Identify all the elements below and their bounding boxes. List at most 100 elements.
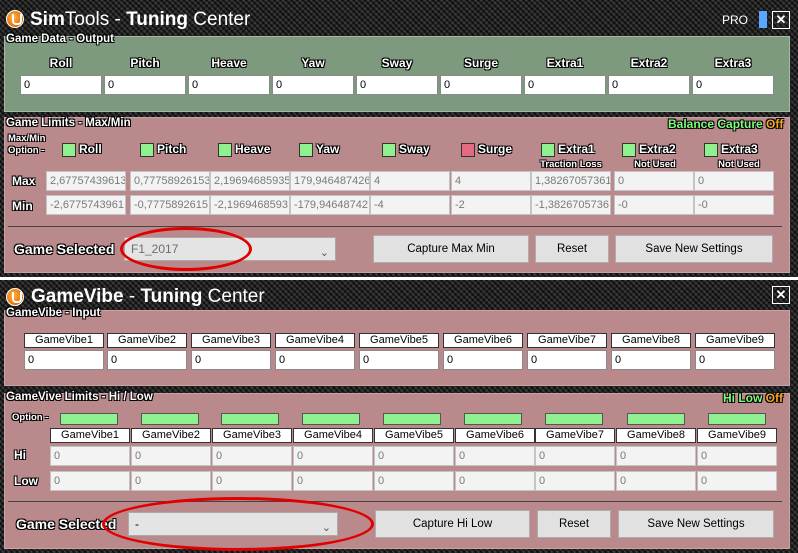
max-value-field[interactable]: 2,67757439613 [46,171,126,191]
save-new-settings-button[interactable]: Save New Settings [615,235,773,263]
hi-value-field[interactable]: 0 [535,446,615,466]
low-value-field[interactable]: 0 [293,471,373,491]
hi-value-field[interactable]: 0 [616,446,696,466]
option-swatch[interactable] [60,413,118,425]
input-value-field[interactable]: 0 [359,350,439,370]
hi-value-field[interactable]: 0 [131,446,211,466]
output-value-field[interactable]: 0 [104,75,186,95]
divider [8,501,782,502]
low-value-field[interactable]: 0 [50,471,130,491]
reset-button[interactable]: Reset [535,235,609,263]
channel-header: GameVibe9 [695,333,775,348]
balance-capture-toggle[interactable]: Balance Capture Off [668,117,783,131]
max-value-field[interactable]: 4 [451,171,531,191]
low-value-field[interactable]: 0 [455,471,535,491]
input-value-field[interactable]: 0 [191,350,271,370]
min-value-field[interactable]: -4 [370,195,450,215]
hi-value-field[interactable]: 0 [697,446,777,466]
channel-header: GameVibe1 [24,333,104,348]
max-value-field[interactable]: 1,38267057361 [531,171,611,191]
simtools-title: SimTools - Tuning Center [30,9,251,30]
option-label: Pitch [157,142,187,156]
option-checkbox[interactable] [622,143,636,157]
gamevibe-input-label: GameVibe - Input [6,307,101,319]
max-value-field[interactable]: 0 [614,171,694,191]
output-value-field[interactable]: 0 [524,75,606,95]
hi-value-field[interactable]: 0 [50,446,130,466]
option-swatch[interactable] [708,413,766,425]
output-value-field[interactable]: 0 [440,75,522,95]
output-value-field[interactable]: 0 [608,75,690,95]
min-value-field[interactable]: -2,1969468593 [210,195,290,215]
option-swatch[interactable] [464,413,522,425]
input-value-field[interactable]: 0 [275,350,355,370]
channel-header: GameVibe2 [131,428,211,443]
max-value-field[interactable]: 0,77758926153 [130,171,210,191]
input-value-field[interactable]: 0 [611,350,691,370]
max-value-field[interactable]: 2,19694685935 [210,171,290,191]
input-value-field[interactable]: 0 [527,350,607,370]
channel-header: GameVibe3 [191,333,271,348]
option-label: Heave [235,142,271,156]
close-icon[interactable]: ✕ [772,286,790,304]
option-swatch[interactable] [221,413,279,425]
min-value-field[interactable]: -0 [694,195,774,215]
option-checkbox[interactable] [461,143,475,157]
option-checkbox[interactable] [704,143,718,157]
option-checkbox[interactable] [62,143,76,157]
axis-label: Extra3 [714,56,752,70]
input-value-field[interactable]: 0 [695,350,775,370]
max-value-field[interactable]: 4 [370,171,450,191]
channel-header: GameVibe1 [50,428,130,443]
input-value-field[interactable]: 0 [443,350,523,370]
output-value-field[interactable]: 0 [20,75,102,95]
capture-hi-low-button[interactable]: Capture Hi Low [375,510,530,538]
hi-value-field[interactable]: 0 [374,446,454,466]
capture-max-min-button[interactable]: Capture Max Min [373,235,529,263]
output-value-field[interactable]: 0 [188,75,270,95]
min-value-field[interactable]: -0 [614,195,694,215]
save-new-settings-button[interactable]: Save New Settings [618,510,774,538]
reset-button[interactable]: Reset [537,510,611,538]
hi-low-toggle[interactable]: Hi Low Off [723,391,783,405]
gamevibe-limits-label: GameVive Limits - Hi / Low [6,391,153,403]
low-value-field[interactable]: 0 [131,471,211,491]
output-value-field[interactable]: 0 [272,75,354,95]
input-value-field[interactable]: 0 [24,350,104,370]
low-value-field[interactable]: 0 [697,471,777,491]
game-data-panel [4,36,790,112]
channel-header: GameVibe7 [535,428,615,443]
close-icon[interactable]: ✕ [772,11,790,29]
low-value-field[interactable]: 0 [616,471,696,491]
hi-value-field[interactable]: 0 [455,446,535,466]
low-value-field[interactable]: 0 [535,471,615,491]
low-value-field[interactable]: 0 [212,471,292,491]
option-checkbox[interactable] [140,143,154,157]
min-value-field[interactable]: -2,6775743961 [46,195,126,215]
option-swatch[interactable] [383,413,441,425]
option-swatch[interactable] [545,413,603,425]
max-value-field[interactable]: 179,946487426 [290,171,370,191]
channel-header: GameVibe5 [359,333,439,348]
option-checkbox[interactable] [382,143,396,157]
option-checkbox[interactable] [299,143,313,157]
input-value-field[interactable]: 0 [107,350,187,370]
output-value-field[interactable]: 0 [356,75,438,95]
min-value-field[interactable]: -0,7775892615 [130,195,210,215]
channel-header: GameVibe5 [374,428,454,443]
axis-sublabel: Traction Loss [540,159,602,170]
option-swatch[interactable] [627,413,685,425]
option-swatch[interactable] [141,413,199,425]
option-checkbox[interactable] [541,143,555,157]
axis-label: Roll [49,56,73,70]
max-value-field[interactable]: 0 [694,171,774,191]
option-checkbox[interactable] [218,143,232,157]
min-value-field[interactable]: -1,3826705736 [531,195,611,215]
min-value-field[interactable]: -2 [451,195,531,215]
output-value-field[interactable]: 0 [692,75,774,95]
hi-value-field[interactable]: 0 [293,446,373,466]
option-swatch[interactable] [302,413,360,425]
min-value-field[interactable]: -179,94648742 [290,195,370,215]
hi-value-field[interactable]: 0 [212,446,292,466]
low-value-field[interactable]: 0 [374,471,454,491]
